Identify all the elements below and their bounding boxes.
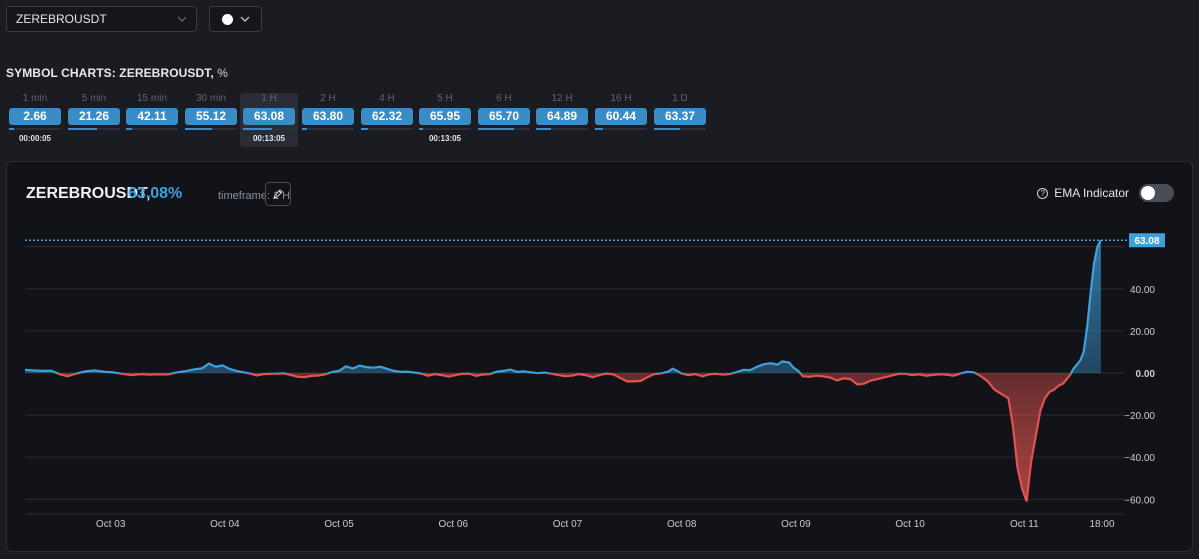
timeframe-value: 60.44 [595,108,647,125]
x-tick-label: 18:00 [1089,519,1114,530]
timeframe-value: 2.66 [9,108,61,125]
timeframe-label: 16 H [610,93,632,104]
draw-button[interactable] [265,182,291,206]
timeframe-progress [302,128,308,130]
y-tick-label: −60.00 [1124,495,1155,506]
timeframe-progress-track [419,128,471,130]
x-tick-label: Oct 10 [895,519,925,530]
chart-panel: 40.00 20.00 0.00 −20.00 −40.00 −60.00 Oct 03 Oc… [6,161,1193,552]
timeframe-6[interactable]: 4 H 62.32 [358,93,416,147]
timeframe-progress [536,128,551,130]
timeframe-progress [654,128,680,130]
timeframe-timer: 00:13:05 [428,134,462,143]
timeframe-9[interactable]: 12 H 64.89 [533,93,591,147]
timeframe-progress-track [478,128,530,130]
timeframe-progress-track [243,128,295,130]
timeframe-4[interactable]: 1 H 63.08 00:13:05 [240,93,298,147]
timeframe-progress-track [185,128,237,130]
timeframe-label: 5 H [437,93,453,104]
section-title: SYMBOL CHARTS: ZEREBROUSDT, % [6,66,229,80]
series-line-positive [24,239,1102,373]
timeframe-value: 63.80 [302,108,354,125]
timeframe-timer: 00:00:05 [18,134,52,143]
timeframe-progress-track [9,128,61,130]
y-tick-label: 20.00 [1130,327,1155,338]
x-tick-label: Oct 07 [553,519,583,530]
x-tick-label: Oct 08 [667,519,697,530]
timeframe-value: 42.11 [126,108,178,125]
timeframe-value: 63.08 [243,108,295,125]
section-unit: % [217,66,229,80]
timeframe-label: 12 H [551,93,573,104]
timeframe-0[interactable]: 1 min 2.66 00:00:05 [6,93,64,147]
timeframe-progress [243,128,272,130]
timeframe-3[interactable]: 30 min 55.12 [182,93,240,147]
timeframe-progress [9,128,15,130]
color-swatch [221,13,233,25]
chevron-down-icon [177,16,187,22]
timeframe-7[interactable]: 5 H 65.95 00:13:05 [416,93,474,147]
timeframe-progress [361,128,369,130]
timeframe-value: 55.12 [185,108,237,125]
x-tick-label: Oct 11 [1010,519,1039,530]
timeframe-timer: 00:13:05 [252,134,286,143]
timeframe-progress [126,128,133,130]
timeframe-value: 62.32 [361,108,413,125]
timeframe-value: 64.89 [536,108,588,125]
symbol-select-value: ZEREBROUSDT [16,12,107,26]
timeframe-value: 63.37 [654,108,706,125]
timeframe-label: 1 min [22,93,48,104]
timeframe-progress-track [536,128,588,130]
timeframe-1[interactable]: 5 min 21.26 [65,93,123,147]
y-tick-label: −40.00 [1124,453,1155,464]
y-tick-label: 40.00 [1130,285,1155,296]
timeframe-progress-track [68,128,120,130]
timeframe-value: 21.26 [68,108,120,125]
timeframe-5[interactable]: 2 H 63.80 [299,93,357,147]
timeframe-2[interactable]: 15 min 42.11 [123,93,181,147]
timeframe-label: 6 H [496,93,512,104]
panel-value: 63.08% [128,185,183,202]
timeframe-progress-track [302,128,354,130]
timeframe-progress [595,128,604,130]
timeframe-progress-track [654,128,706,130]
timeframe-10[interactable]: 16 H 60.44 [592,93,650,147]
timeframe-8[interactable]: 6 H 65.70 [475,93,533,147]
timeframe-progress [478,128,515,130]
timeframe-progress [185,128,213,130]
timeframe-progress-track [126,128,178,130]
chart: 40.00 20.00 0.00 −20.00 −40.00 −60.00 Oct 03 Oc… [24,233,1165,530]
ema-label: EMA Indicator [1054,186,1129,200]
chevron-down-icon [240,16,249,22]
timeframe-progress-track [595,128,647,130]
x-tick-label: Oct 06 [439,519,469,530]
ema-toggle-knob [1141,186,1155,200]
pencil-icon [273,189,283,199]
last-value-label: 63.08 [1134,236,1159,247]
timeframe-label: 30 min [195,93,226,104]
x-tick-label: Oct 09 [781,519,811,530]
timeframe-progress-track [361,128,413,130]
timeframe-label: 4 H [379,93,395,104]
timeframe-label: 2 H [320,93,336,104]
timeframe-label: 15 min [136,93,167,104]
x-tick-label: Oct 04 [210,519,240,530]
timeframe-progress [68,128,97,130]
color-select[interactable] [209,6,262,32]
timeframe-11[interactable]: 1 D 63.37 [651,93,709,147]
timeframe-label: 1 H [261,93,277,104]
y-tick-label: 0.00 [1136,369,1156,380]
timeframe-label: 1 D [672,93,688,104]
x-tick-label: Oct 03 [96,519,126,530]
help-icon: ? [1037,187,1049,199]
x-tick-label: Oct 05 [324,519,354,530]
timeframe-value: 65.95 [419,108,471,125]
ema-toggle[interactable] [1139,184,1174,202]
symbol-select[interactable]: ZEREBROUSDT [6,6,197,32]
y-tick-label: −20.00 [1124,411,1155,422]
ema-indicator: ? EMA Indicator [1037,184,1174,202]
timeframe-value: 65.70 [478,108,530,125]
timeframe-progress [419,128,424,130]
timeframe-label: 5 min [81,93,107,104]
